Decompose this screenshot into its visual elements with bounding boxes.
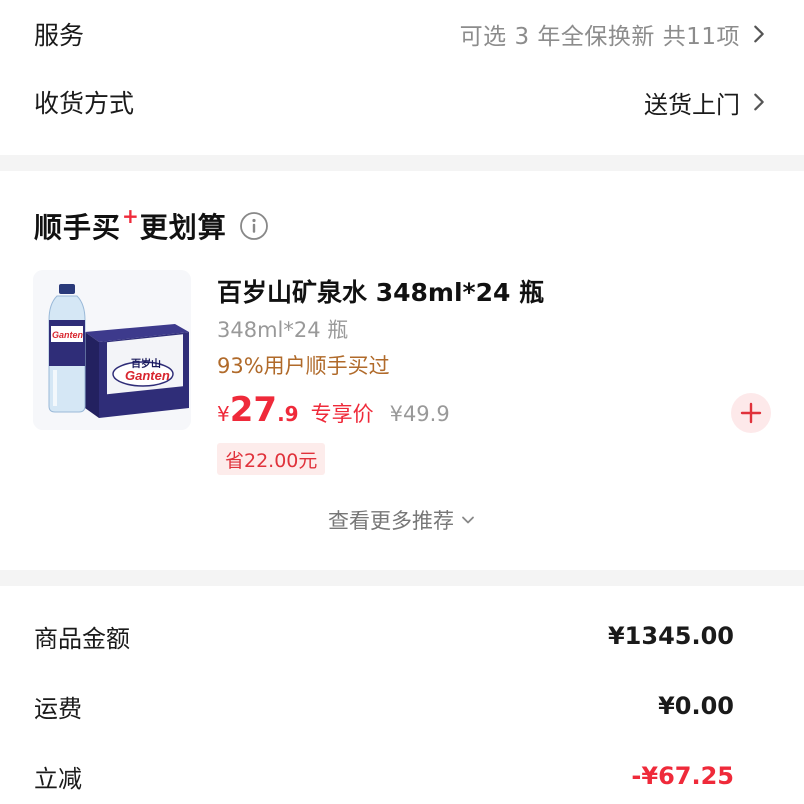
product-spec: 348ml*24 瓶 (217, 318, 349, 342)
save-badge: 省22.00元 (217, 443, 326, 475)
chevron-down-icon (462, 516, 474, 524)
subtotal-value: ¥1345.00 (607, 622, 734, 650)
exclusive-price-label: 专享价 (310, 402, 374, 426)
section-divider (0, 570, 804, 586)
shipping-value: ¥0.00 (658, 692, 734, 720)
service-label: 服务 (34, 21, 85, 50)
service-row[interactable]: 服务 可选 3 年全保换新 共11项 (0, 12, 804, 56)
water-bottle-case-image: 百岁山 Ganten Ganten (33, 270, 191, 430)
chevron-right-icon (754, 25, 764, 43)
price-integer: 27 (229, 390, 278, 430)
summary-row-shipping: 运费 ¥0.00 (0, 686, 804, 726)
subtotal-label: 商品金额 (34, 624, 130, 653)
summary-row-discount: 立减 -¥67.25 (0, 756, 804, 796)
section-divider (0, 155, 804, 171)
recommend-title-part1: 顺手买 (34, 211, 122, 244)
chevron-right-icon (754, 93, 764, 111)
price-decimal: .9 (277, 402, 299, 426)
recommend-title-part2: 更划算 (139, 211, 227, 244)
product-price: ¥ 27 .9 专享价 ¥49.9 (217, 390, 450, 430)
recommend-title-plus: + (122, 204, 139, 228)
info-icon[interactable] (239, 211, 269, 241)
product-name[interactable]: 百岁山矿泉水 348ml*24 瓶 (217, 273, 544, 309)
price-currency: ¥ (217, 402, 230, 426)
product-bought-rate: 93%用户顺手买过 (217, 354, 390, 378)
service-value: 可选 3 年全保换新 共11项 (459, 24, 740, 50)
delivery-label: 收货方式 (34, 89, 135, 118)
product-image[interactable]: 百岁山 Ganten Ganten (33, 270, 191, 430)
view-more-label: 查看更多推荐 (328, 509, 454, 533)
box-brand-en: Ganten (125, 368, 170, 383)
delivery-value: 送货上门 (644, 90, 740, 119)
delivery-row[interactable]: 收货方式 送货上门 (0, 80, 804, 124)
svg-text:Ganten: Ganten (52, 330, 84, 340)
original-price: ¥49.9 (389, 402, 450, 426)
discount-value: -¥67.25 (631, 762, 734, 790)
plus-icon (740, 402, 762, 424)
shipping-label: 运费 (34, 694, 82, 723)
discount-label: 立减 (34, 764, 82, 793)
summary-row-subtotal: 商品金额 ¥1345.00 (0, 616, 804, 656)
add-to-order-button[interactable] (731, 393, 771, 433)
view-more-recommendations[interactable]: 查看更多推荐 (0, 505, 804, 535)
recommend-title: 顺手买 + 更划算 (34, 204, 269, 246)
